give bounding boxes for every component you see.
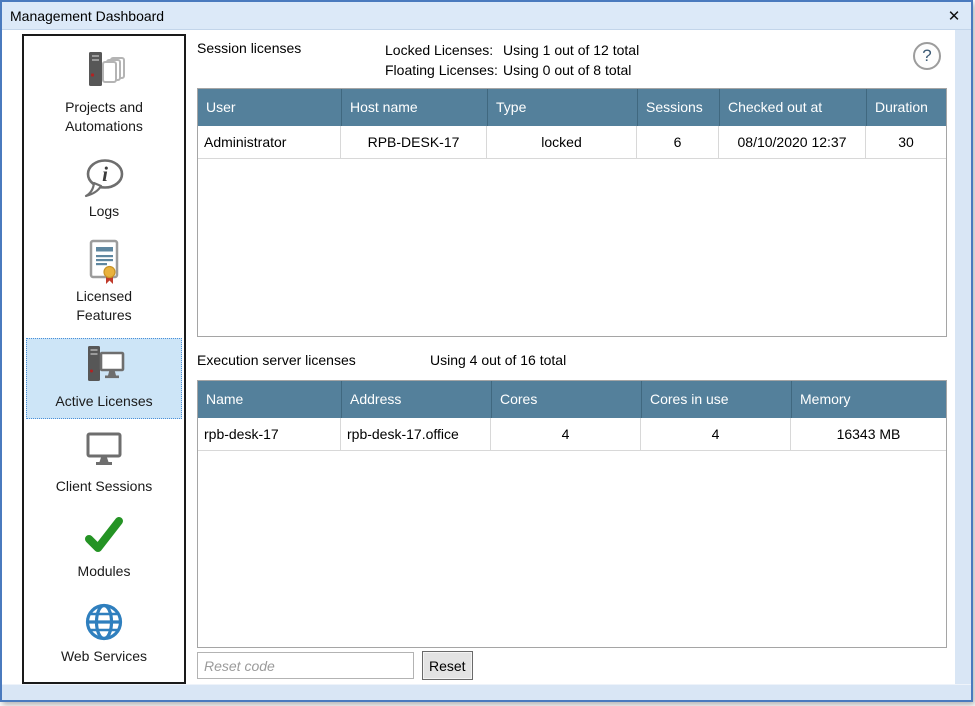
column-header-name[interactable]: Name — [198, 381, 341, 418]
reset-code-input[interactable] — [197, 652, 414, 679]
close-icon[interactable]: ✕ — [937, 2, 971, 30]
table-header-row: NameAddressCoresCores in useMemory — [198, 381, 946, 418]
column-header-cores-in-use[interactable]: Cores in use — [641, 381, 791, 418]
main-panel: Session licenses Locked Licenses: Using … — [2, 30, 955, 684]
table-cell: RPB-DESK-17 — [341, 126, 487, 159]
table-cell: 4 — [491, 418, 641, 451]
table-cell: locked — [487, 126, 637, 159]
table-cell: 16343 MB — [791, 418, 946, 451]
floating-licenses-value: Using 0 out of 8 total — [503, 60, 631, 80]
table-cell: 08/10/2020 12:37 — [719, 126, 866, 159]
column-header-duration[interactable]: Duration — [866, 89, 946, 126]
execution-server-licenses-table: NameAddressCoresCores in useMemoryrpb-de… — [197, 380, 947, 648]
execution-usage-value: Using 4 out of 16 total — [430, 352, 566, 368]
floating-licenses-line: Floating Licenses: Using 0 out of 8 tota… — [385, 60, 639, 80]
table-cell: Administrator — [198, 126, 341, 159]
locked-licenses-label: Locked Licenses: — [385, 40, 503, 60]
locked-licenses-value: Using 1 out of 12 total — [503, 40, 639, 60]
execution-server-licenses-title: Execution server licenses — [197, 352, 356, 368]
column-header-type[interactable]: Type — [487, 89, 637, 126]
column-header-host-name[interactable]: Host name — [341, 89, 487, 126]
column-header-sessions[interactable]: Sessions — [637, 89, 719, 126]
session-licenses-table: UserHost nameTypeSessionsChecked out atD… — [197, 88, 947, 337]
column-header-memory[interactable]: Memory — [791, 381, 946, 418]
session-licenses-title: Session licenses — [197, 40, 301, 56]
window-title: Management Dashboard — [2, 8, 937, 24]
floating-licenses-label: Floating Licenses: — [385, 60, 503, 80]
table-cell: rpb-desk-17 — [198, 418, 341, 451]
license-usage-summary: Locked Licenses: Using 1 out of 12 total… — [385, 40, 639, 80]
table-cell: rpb-desk-17.office — [341, 418, 491, 451]
column-header-user[interactable]: User — [198, 89, 341, 126]
window-body: Projects and Automations i Logs — [2, 30, 971, 700]
table-row[interactable]: AdministratorRPB-DESK-17locked608/10/202… — [198, 126, 946, 159]
help-glyph: ? — [922, 46, 931, 66]
window-frame-right — [955, 30, 971, 700]
window-content: Projects and Automations i Logs — [2, 30, 955, 684]
table-cell: 30 — [866, 126, 946, 159]
column-header-cores[interactable]: Cores — [491, 381, 641, 418]
column-header-address[interactable]: Address — [341, 381, 491, 418]
title-bar[interactable]: Management Dashboard ✕ — [2, 2, 971, 30]
locked-licenses-line: Locked Licenses: Using 1 out of 12 total — [385, 40, 639, 60]
help-icon[interactable]: ? — [913, 42, 941, 70]
table-cell: 6 — [637, 126, 719, 159]
table-row[interactable]: rpb-desk-17rpb-desk-17.office4416343 MB — [198, 418, 946, 451]
table-cell: 4 — [641, 418, 791, 451]
window-frame-bottom — [2, 684, 971, 700]
column-header-checked-out-at[interactable]: Checked out at — [719, 89, 866, 126]
table-header-row: UserHost nameTypeSessionsChecked out atD… — [198, 89, 946, 126]
management-dashboard-window: Management Dashboard ✕ Proj — [0, 0, 973, 702]
reset-button[interactable]: Reset — [422, 651, 473, 680]
